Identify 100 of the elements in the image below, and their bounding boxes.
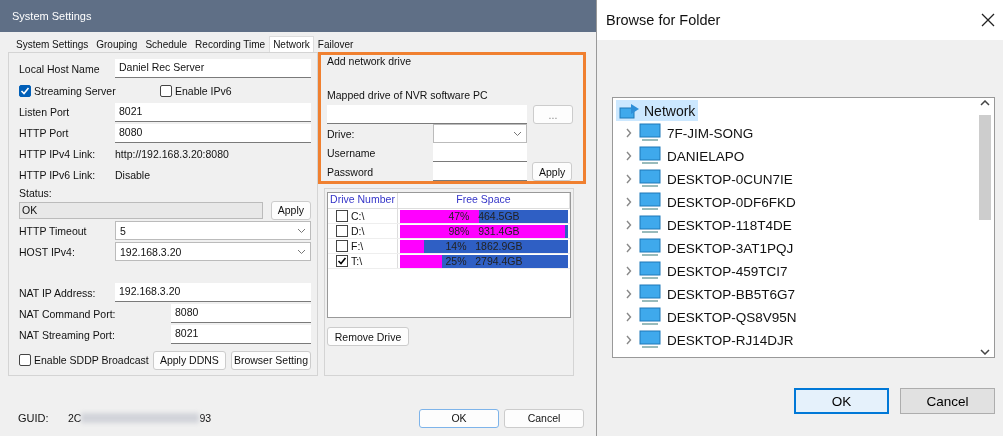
checkbox[interactable]: [19, 85, 31, 98]
checkmark-icon: [20, 86, 30, 97]
tab[interactable]: Grouping: [92, 36, 142, 52]
computer-icon: [639, 261, 661, 281]
computer-icon: [639, 123, 661, 143]
field-label: HTTP IPv4 Link:: [19, 148, 97, 161]
checkbox[interactable]: [336, 240, 348, 252]
tree-item[interactable]: DESKTOP-RJ14DJR: [667, 332, 794, 348]
scrollbar[interactable]: [976, 98, 994, 357]
browser-setting-button[interactable]: Browser Setting: [230, 350, 311, 370]
tab[interactable]: Network: [269, 36, 314, 52]
field-label: Local Host Name: [19, 62, 101, 75]
checkbox[interactable]: [336, 255, 348, 267]
chevron-right-icon[interactable]: [624, 220, 633, 230]
tree-item[interactable]: DESKTOP-BB5T6G7: [667, 286, 796, 302]
computer-icon: [639, 169, 661, 189]
drive-name: F:\: [351, 240, 364, 252]
remove-drive-button[interactable]: Remove Drive: [327, 327, 409, 346]
computer-icon: [639, 330, 661, 350]
text-field[interactable]: 8021: [115, 102, 311, 122]
tab[interactable]: Recording Time: [191, 36, 270, 52]
close-icon[interactable]: [981, 13, 995, 27]
apply-button[interactable]: Apply: [270, 200, 311, 220]
tree-item[interactable]: DESKTOP-0DF6FKD: [667, 194, 796, 210]
text-field[interactable]: 8080: [171, 304, 311, 324]
tree-item[interactable]: DESKTOP-3AT1PQJ: [667, 240, 794, 256]
field-label: Mapped drive of NVR software PC: [327, 89, 489, 101]
tree-item[interactable]: 7F-JIM-SONG: [667, 125, 754, 141]
field-value: http://192.168.3.20:8080: [115, 148, 229, 161]
dialog-title: Browse for Folder: [606, 12, 721, 28]
field-value: Disable: [115, 169, 151, 182]
browse-button[interactable]: ...: [533, 105, 573, 124]
computer-icon: [639, 192, 661, 212]
chevron-down-icon: [297, 227, 306, 234]
checkbox[interactable]: [336, 225, 348, 237]
network-icon: [619, 101, 641, 120]
ok-button[interactable]: OK: [794, 388, 889, 414]
cancel-button[interactable]: Cancel: [504, 408, 584, 428]
tab[interactable]: Failover: [313, 36, 358, 52]
text-field[interactable]: 8080: [115, 123, 311, 143]
free-space-text: 14% 1862.9GB: [444, 239, 524, 253]
tree-item[interactable]: DESKTOP-0CUN7IE: [667, 171, 793, 187]
text-field[interactable]: Daniel Rec Server: [115, 59, 311, 79]
status-field: OK: [19, 201, 263, 219]
field-label: Password: [327, 165, 375, 178]
chevron-right-icon[interactable]: [624, 266, 633, 276]
checkbox[interactable]: [19, 354, 31, 367]
field-label: NAT IP Address:: [19, 286, 97, 299]
free-space-text: 98% 931.4GB: [447, 224, 521, 238]
drive-name: D:\: [351, 225, 365, 237]
field-label: Username: [327, 146, 377, 159]
field-label: HOST IPv4:: [19, 245, 76, 258]
chevron-right-icon[interactable]: [624, 174, 633, 184]
computer-icon: [639, 284, 661, 304]
checkbox-label: Enable SDDP Broadcast: [34, 354, 150, 367]
tree-item[interactable]: DESKTOP-QS8V95N: [667, 309, 797, 325]
column-header: Drive Number: [328, 193, 398, 208]
chevron-down-icon: [513, 130, 522, 137]
chevron-right-icon[interactable]: [624, 312, 633, 322]
window-title: System Settings: [12, 10, 92, 22]
password-field[interactable]: [433, 162, 527, 181]
dropdown[interactable]: 192.168.3.20: [115, 242, 311, 262]
drive-name: T:\: [351, 255, 363, 267]
column-header: Free Space: [398, 193, 570, 208]
checkbox-label: Streaming Server: [34, 85, 117, 98]
chevron-right-icon[interactable]: [624, 128, 633, 138]
tree-item[interactable]: DESKTOP-118T4DE: [667, 217, 792, 233]
checkbox-label: Enable IPv6: [175, 85, 232, 98]
chevron-right-icon[interactable]: [624, 243, 633, 253]
path-field[interactable]: [327, 105, 527, 124]
field-label: NAT Command Port:: [19, 307, 115, 320]
field-label: Listen Port: [19, 106, 71, 119]
chevron-right-icon[interactable]: [624, 335, 633, 345]
chevron-down-icon: [297, 248, 306, 255]
ok-button[interactable]: OK: [419, 408, 499, 428]
drive-name: C:\: [351, 210, 365, 222]
tree-item[interactable]: DANIELAPO: [667, 148, 745, 164]
text-field[interactable]: [433, 143, 527, 162]
cancel-button[interactable]: Cancel: [900, 388, 995, 414]
group-title: Add network drive: [327, 55, 413, 67]
apply-ddns-button[interactable]: Apply DDNS: [152, 350, 226, 370]
apply-button[interactable]: Apply: [532, 162, 573, 181]
chevron-right-icon[interactable]: [624, 289, 633, 299]
chevron-right-icon[interactable]: [624, 151, 633, 161]
checkbox[interactable]: [336, 210, 348, 222]
scroll-up-icon[interactable]: [980, 100, 990, 106]
tree-item[interactable]: Network: [616, 100, 699, 121]
field-label: NAT Streaming Port:: [19, 328, 115, 341]
tab[interactable]: System Settings: [12, 36, 93, 52]
text-field[interactable]: 8021: [171, 325, 311, 345]
chevron-right-icon[interactable]: [624, 197, 633, 207]
checkmark-icon: [337, 256, 347, 266]
tab[interactable]: Schedule: [141, 36, 192, 52]
text-field[interactable]: 192.168.3.20: [115, 283, 311, 303]
tree-item[interactable]: DESKTOP-459TCI7: [667, 263, 788, 279]
checkbox[interactable]: [160, 85, 172, 98]
scroll-down-icon[interactable]: [980, 349, 990, 355]
dropdown[interactable]: 5: [115, 221, 311, 241]
computer-icon: [639, 238, 661, 258]
field-label: GUID:: [18, 412, 50, 424]
